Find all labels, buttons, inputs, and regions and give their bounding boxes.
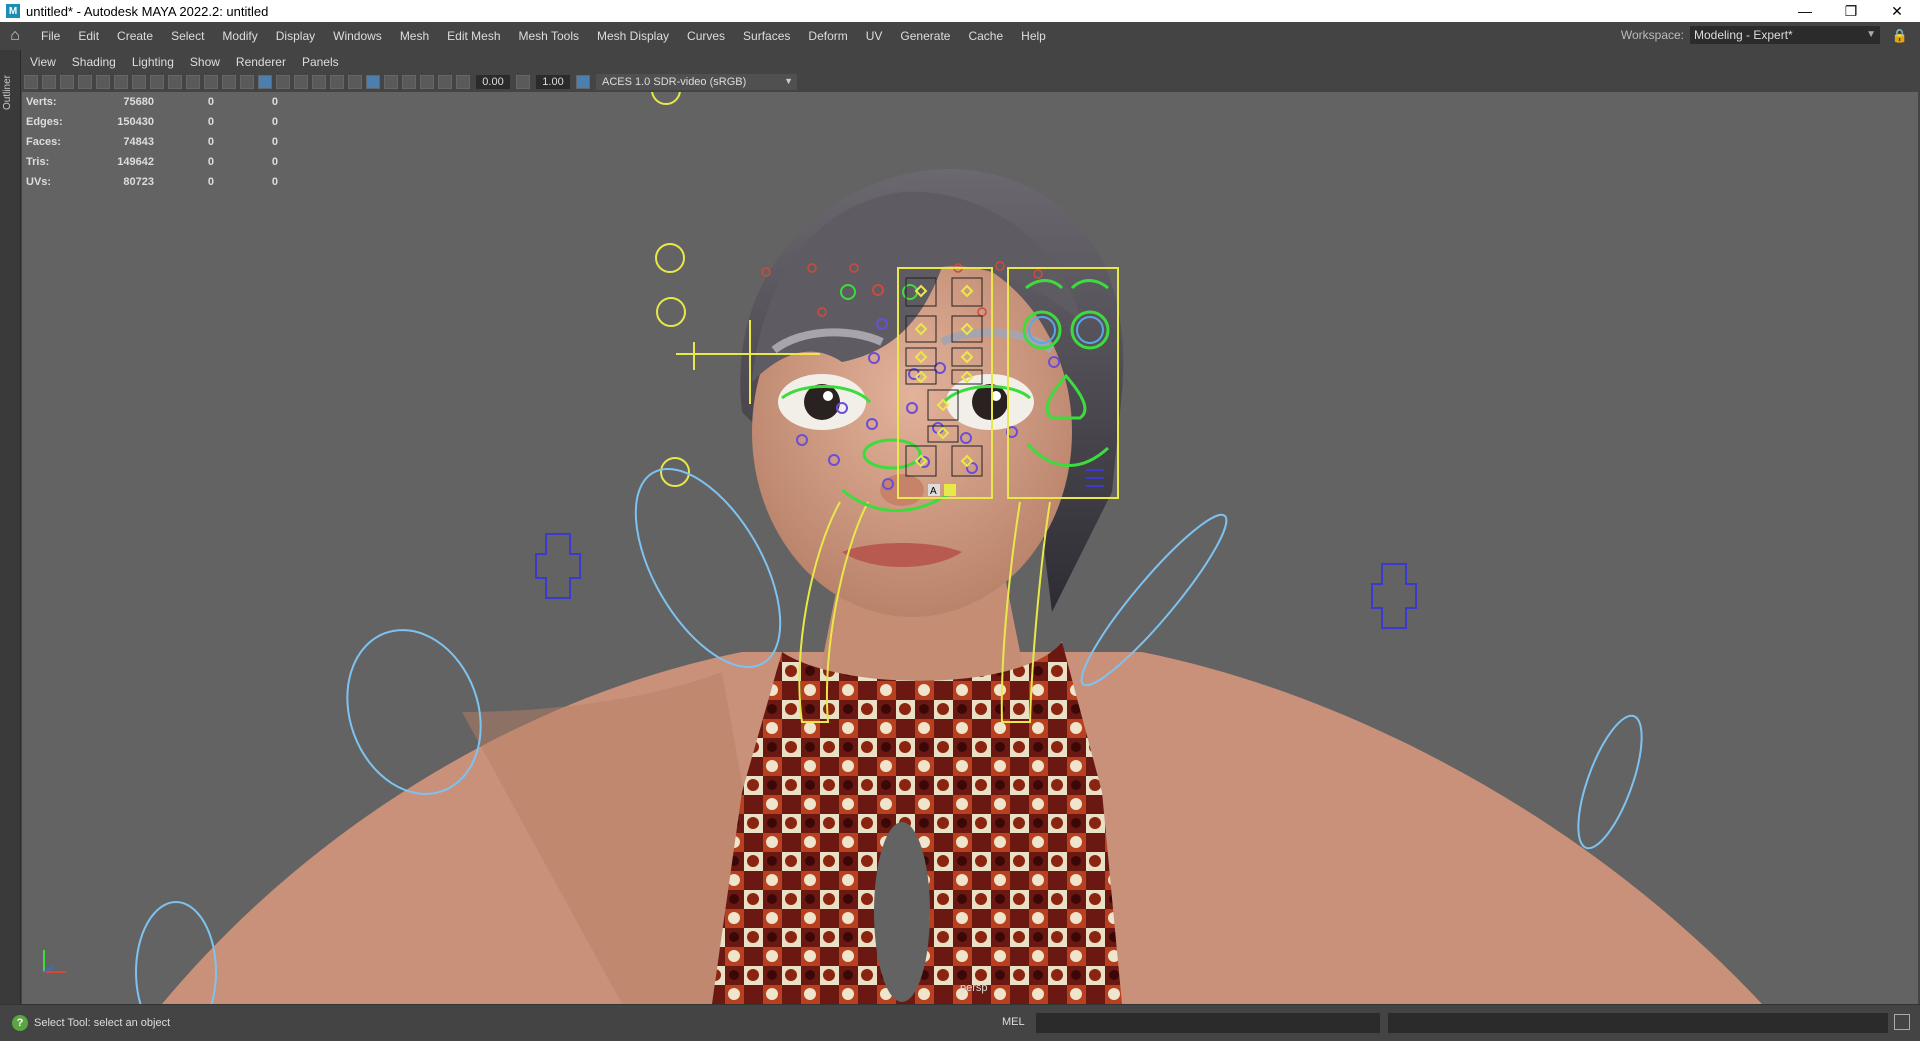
menu-cache[interactable]: Cache bbox=[968, 29, 1003, 43]
gamma-field[interactable]: 1.00 bbox=[536, 75, 570, 89]
menu-select[interactable]: Select bbox=[171, 29, 204, 43]
mel-command-input[interactable] bbox=[1036, 1013, 1380, 1033]
menu-uv[interactable]: UV bbox=[866, 29, 883, 43]
panel-menu-shading[interactable]: Shading bbox=[72, 55, 116, 69]
poly-count-hud: Verts: 75680 0 0 Edges: 150430 0 0 Faces… bbox=[26, 92, 278, 192]
close-icon[interactable]: ✕ bbox=[1874, 0, 1920, 22]
maya-icon: M bbox=[6, 4, 20, 18]
shoulder-control-left[interactable] bbox=[535, 533, 581, 599]
hud-row-verts: Verts: 75680 0 0 bbox=[26, 96, 278, 108]
restore-icon[interactable]: ❐ bbox=[1828, 0, 1874, 22]
smooth-shade-icon[interactable] bbox=[258, 75, 272, 89]
gate-mask-icon[interactable] bbox=[168, 75, 182, 89]
panel-menu-show[interactable]: Show bbox=[190, 55, 220, 69]
menu-edit[interactable]: Edit bbox=[78, 29, 99, 43]
help-icon[interactable]: ? bbox=[12, 1015, 28, 1031]
menu-surfaces[interactable]: Surfaces bbox=[743, 29, 790, 43]
workspace-value: Modeling - Expert* bbox=[1694, 28, 1793, 42]
chevron-down-icon: ▼ bbox=[784, 76, 793, 86]
workspace-dropdown[interactable]: Modeling - Expert* ▼ bbox=[1690, 26, 1880, 44]
xray-icon[interactable] bbox=[402, 75, 416, 89]
title-bar: M untitled* - Autodesk MAYA 2022.2: unti… bbox=[0, 0, 1920, 22]
left-tab-strip bbox=[0, 50, 21, 1004]
chevron-down-icon: ▼ bbox=[1866, 29, 1876, 40]
hud-row-uvs: UVs: 80723 0 0 bbox=[26, 176, 278, 188]
menu-modify[interactable]: Modify bbox=[222, 29, 257, 43]
workspace-label: Workspace: bbox=[1620, 28, 1684, 42]
home-icon[interactable]: ⌂ bbox=[6, 27, 24, 45]
menu-mesh[interactable]: Mesh bbox=[400, 29, 429, 43]
minimize-icon[interactable]: — bbox=[1782, 0, 1828, 22]
mel-label[interactable]: MEL bbox=[1002, 1016, 1025, 1028]
panel-toolbar: 0.00 1.00 ACES 1.0 SDR-video (sRGB) ▼ bbox=[22, 72, 1918, 93]
camera-attributes-icon[interactable] bbox=[42, 75, 56, 89]
menu-mesh-tools[interactable]: Mesh Tools bbox=[519, 29, 579, 43]
gamma-icon[interactable] bbox=[516, 75, 530, 89]
lock-icon[interactable]: 🔒 bbox=[1892, 28, 1908, 44]
script-editor-icon[interactable] bbox=[1894, 1014, 1910, 1030]
camera-label: persp bbox=[960, 982, 988, 994]
film-gate-icon[interactable] bbox=[132, 75, 146, 89]
field-chart-icon[interactable] bbox=[186, 75, 200, 89]
safe-title-icon[interactable] bbox=[222, 75, 236, 89]
menu-edit-mesh[interactable]: Edit Mesh bbox=[447, 29, 500, 43]
viewport-scene: A bbox=[135, 92, 1762, 1004]
panel-menu: View Shading Lighting Show Renderer Pane… bbox=[22, 51, 347, 73]
control-circle[interactable] bbox=[655, 243, 685, 273]
control-circle[interactable] bbox=[656, 297, 686, 327]
window-title: untitled* - Autodesk MAYA 2022.2: untitl… bbox=[26, 3, 269, 19]
menu-generate[interactable]: Generate bbox=[900, 29, 950, 43]
menu-mesh-display[interactable]: Mesh Display bbox=[597, 29, 669, 43]
menu-curves[interactable]: Curves bbox=[687, 29, 725, 43]
menu-windows[interactable]: Windows bbox=[333, 29, 382, 43]
use-all-lights-icon[interactable] bbox=[294, 75, 308, 89]
panel-menu-renderer[interactable]: Renderer bbox=[236, 55, 286, 69]
menu-file[interactable]: File bbox=[41, 29, 60, 43]
picker-button-label[interactable]: A bbox=[930, 486, 937, 497]
color-management-icon[interactable] bbox=[576, 75, 590, 89]
shadows-icon[interactable] bbox=[312, 75, 326, 89]
outliner-tab[interactable]: Outliner bbox=[2, 60, 16, 110]
view-axis-icon bbox=[43, 950, 66, 973]
hud-row-edges: Edges: 150430 0 0 bbox=[26, 116, 278, 128]
motion-blur-icon[interactable] bbox=[348, 75, 362, 89]
help-line-text: Select Tool: select an object bbox=[34, 1017, 171, 1029]
panel-menu-panels[interactable]: Panels bbox=[302, 55, 339, 69]
xray-joints-icon[interactable] bbox=[420, 75, 434, 89]
exposure-icon[interactable] bbox=[456, 75, 470, 89]
hud-row-tris: Tris: 149642 0 0 bbox=[26, 156, 278, 168]
exposure-field[interactable]: 0.00 bbox=[476, 75, 510, 89]
view-transform-value: ACES 1.0 SDR-video (sRGB) bbox=[602, 76, 747, 88]
hud-row-faces: Faces: 74843 0 0 bbox=[26, 136, 278, 148]
resolution-gate-icon[interactable] bbox=[150, 75, 164, 89]
isolate-select-icon[interactable] bbox=[384, 75, 398, 89]
view-transform-dropdown[interactable]: ACES 1.0 SDR-video (sRGB) ▼ bbox=[596, 74, 797, 90]
textured-icon[interactable] bbox=[276, 75, 290, 89]
bookmark-icon[interactable] bbox=[60, 75, 74, 89]
panel-menu-lighting[interactable]: Lighting bbox=[132, 55, 174, 69]
menu-display[interactable]: Display bbox=[276, 29, 315, 43]
ambient-occlusion-icon[interactable] bbox=[330, 75, 344, 89]
elbow-control-right[interactable] bbox=[1565, 709, 1654, 856]
wireframe-icon[interactable] bbox=[240, 75, 254, 89]
perspective-viewport[interactable]: A Verts: 75680 0 0 Edges: 150430 0 0 Fac… bbox=[22, 92, 1918, 1004]
xray-components-icon[interactable] bbox=[438, 75, 452, 89]
select-camera-icon[interactable] bbox=[24, 75, 38, 89]
safe-action-icon[interactable] bbox=[204, 75, 218, 89]
mel-result-field bbox=[1388, 1013, 1888, 1033]
menu-deform[interactable]: Deform bbox=[808, 29, 847, 43]
anti-aliasing-icon[interactable] bbox=[366, 75, 380, 89]
shoulder-control-right[interactable] bbox=[1371, 563, 1417, 629]
grid-icon[interactable] bbox=[114, 75, 128, 89]
menu-help[interactable]: Help bbox=[1021, 29, 1046, 43]
panel-menu-view[interactable]: View bbox=[30, 55, 56, 69]
control-circle[interactable] bbox=[651, 92, 681, 105]
menu-create[interactable]: Create bbox=[117, 29, 153, 43]
grease-pencil-icon[interactable] bbox=[96, 75, 110, 89]
workspace-selector: Workspace: Modeling - Expert* ▼ bbox=[1621, 26, 1880, 44]
image-plane-icon[interactable] bbox=[78, 75, 92, 89]
